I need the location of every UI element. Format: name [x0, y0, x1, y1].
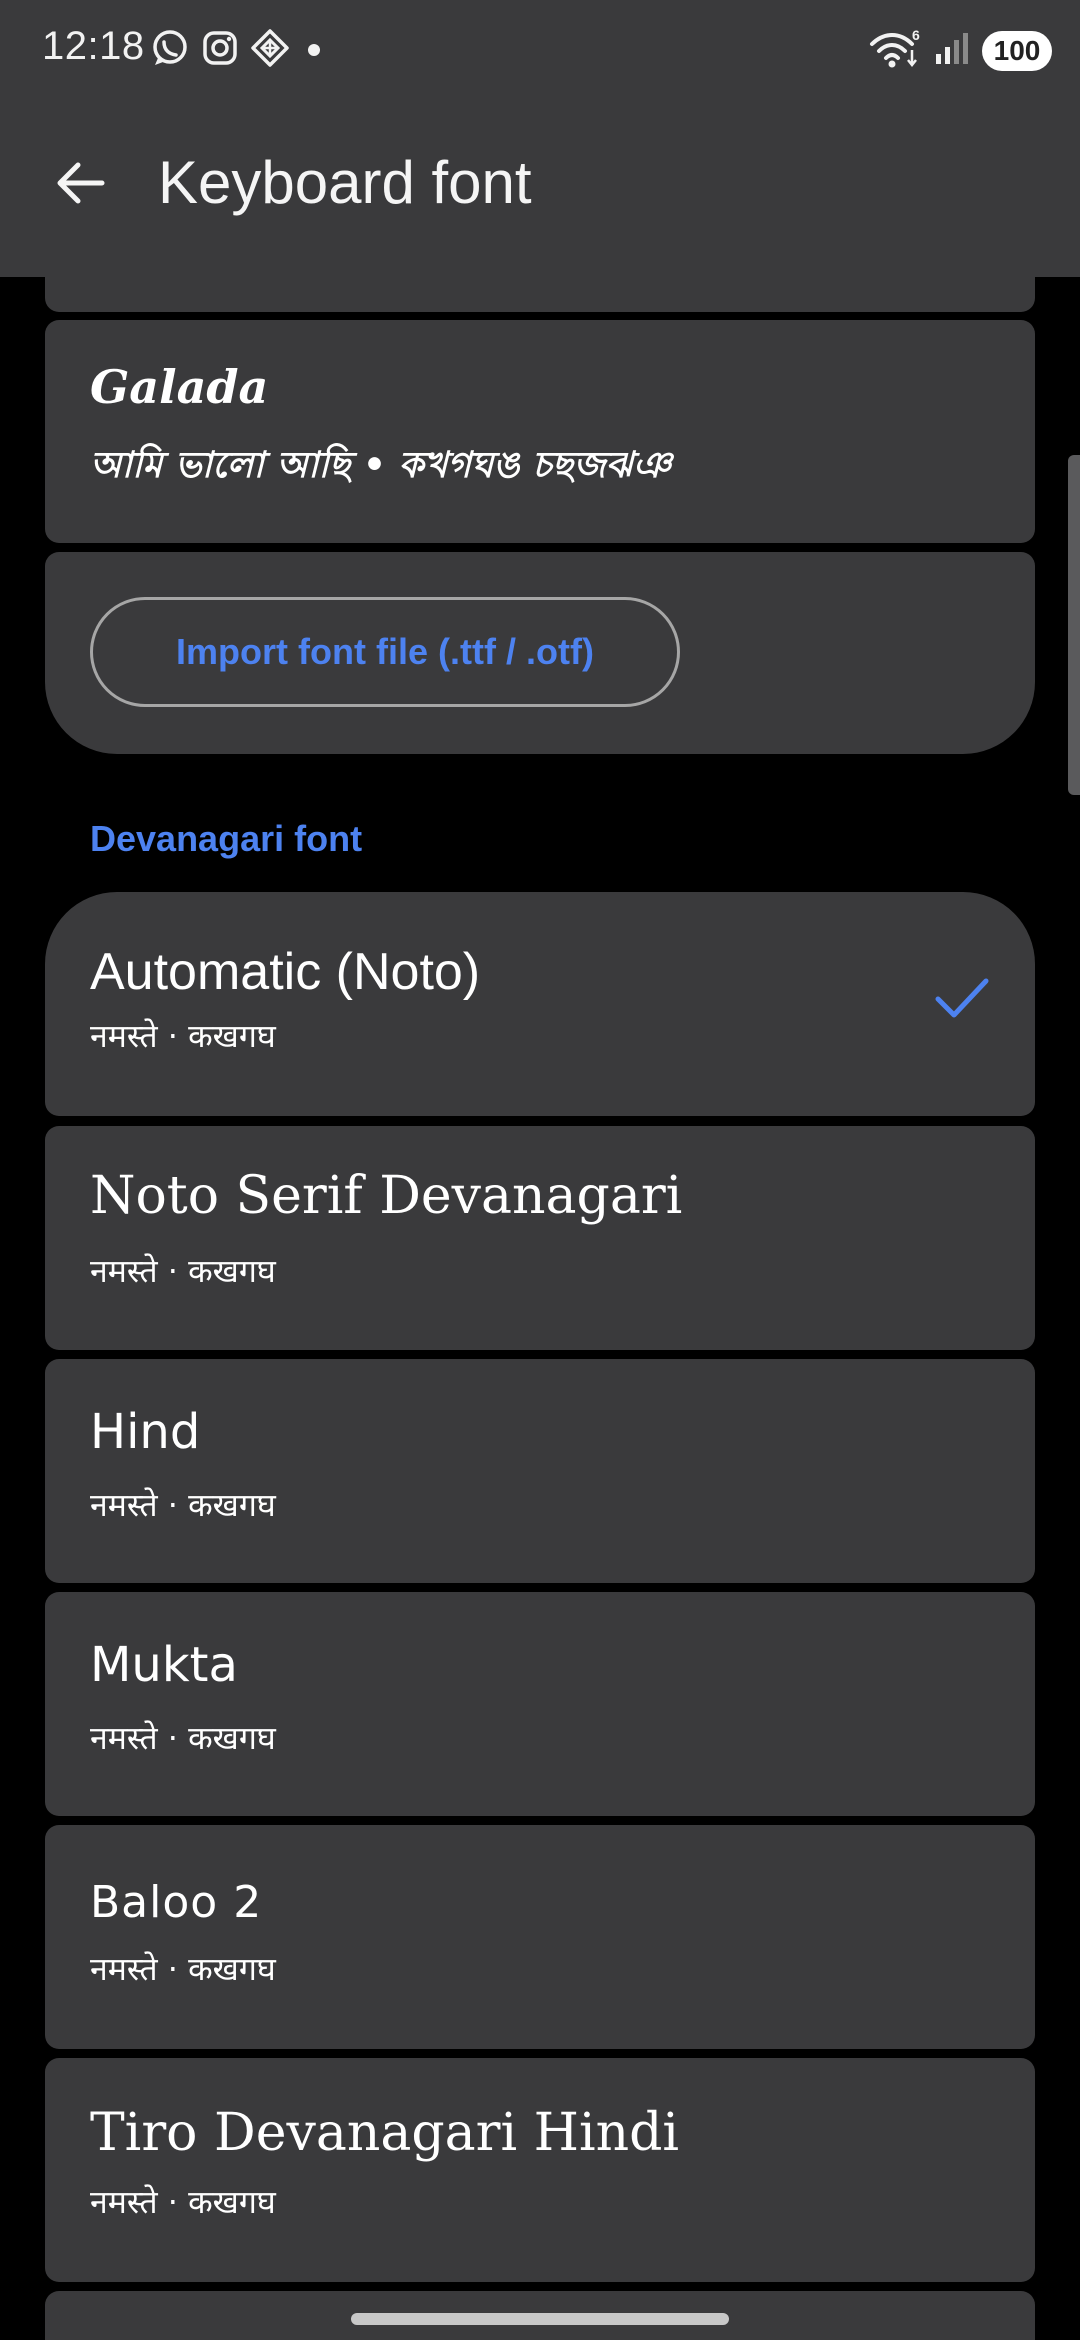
- scrollbar[interactable]: [1068, 455, 1080, 795]
- font-sample: नमस्ते · कखगघ: [90, 2183, 276, 2221]
- font-option-baloo-2[interactable]: Baloo 2 नमस्ते · कखगघ: [45, 1825, 1035, 2049]
- font-name: Galada: [90, 360, 269, 414]
- notification-icons: [150, 28, 328, 68]
- whatsapp-icon: [150, 28, 190, 68]
- font-sample: আমি ভালো আছি • কখগঘঙ চছজঝঞ: [90, 444, 671, 486]
- page-title: Keyboard font: [158, 149, 532, 216]
- dot-icon: [300, 28, 328, 68]
- font-name: Noto Serif Devanagari: [90, 1166, 683, 1226]
- font-sample: नमस्ते · कखगघ: [90, 1719, 276, 1757]
- font-name: Mukta: [90, 1637, 238, 1693]
- wifi-icon: 6: [868, 27, 922, 74]
- arrow-left-icon: [54, 160, 106, 210]
- font-name: Hind: [90, 1404, 201, 1460]
- section-title-devanagari: Devanagari font: [90, 818, 363, 859]
- font-option-mukta[interactable]: Mukta नमस्ते · कखगघ: [45, 1592, 1035, 1816]
- font-name: Automatic (Noto): [90, 943, 481, 1001]
- signal-icon: [932, 28, 972, 74]
- wifi-badge: 6: [912, 28, 920, 43]
- font-sample: नमस्ते · कखगघ: [90, 1017, 276, 1055]
- status-time: 12:18: [42, 24, 145, 68]
- import-font-card: Import font file (.ttf / .otf): [45, 552, 1035, 754]
- font-option-automatic-noto[interactable]: Automatic (Noto) नमस्ते · कखगघ: [45, 892, 1035, 1116]
- instagram-icon: [200, 28, 240, 68]
- font-sample: नमस्ते · कखगघ: [90, 1950, 276, 1988]
- back-button[interactable]: [40, 150, 120, 220]
- font-option-noto-serif-devanagari[interactable]: Noto Serif Devanagari नमस्ते · कखगघ: [45, 1126, 1035, 1350]
- app-header: 12:18 6 100 Keyboard font: [0, 0, 1080, 277]
- keyboard-font-screen: Galada আমি ভালো আছি • কখগঘঙ চছজঝঞ Import…: [0, 0, 1080, 2340]
- battery-indicator: 100: [982, 31, 1052, 71]
- check-icon: [934, 975, 990, 1025]
- font-sample: नमस्ते · कखगघ: [90, 1252, 276, 1290]
- font-sample: नमस्ते · कखगघ: [90, 1486, 276, 1524]
- home-indicator[interactable]: [351, 2313, 729, 2325]
- font-option-hind[interactable]: Hind नमस्ते · कखगघ: [45, 1359, 1035, 1583]
- font-name: Tiro Devanagari Hindi: [90, 2103, 680, 2163]
- font-option-tiro-devanagari-hindi[interactable]: Tiro Devanagari Hindi नमस्ते · कखगघ: [45, 2058, 1035, 2282]
- font-name: Baloo 2: [90, 1877, 263, 1928]
- app-icon: [250, 28, 290, 68]
- import-font-button[interactable]: Import font file (.ttf / .otf): [90, 597, 680, 707]
- font-option-galada[interactable]: Galada আমি ভালো আছি • কখগঘঙ চছজঝঞ: [45, 320, 1035, 543]
- system-status: 6 100: [868, 27, 1052, 74]
